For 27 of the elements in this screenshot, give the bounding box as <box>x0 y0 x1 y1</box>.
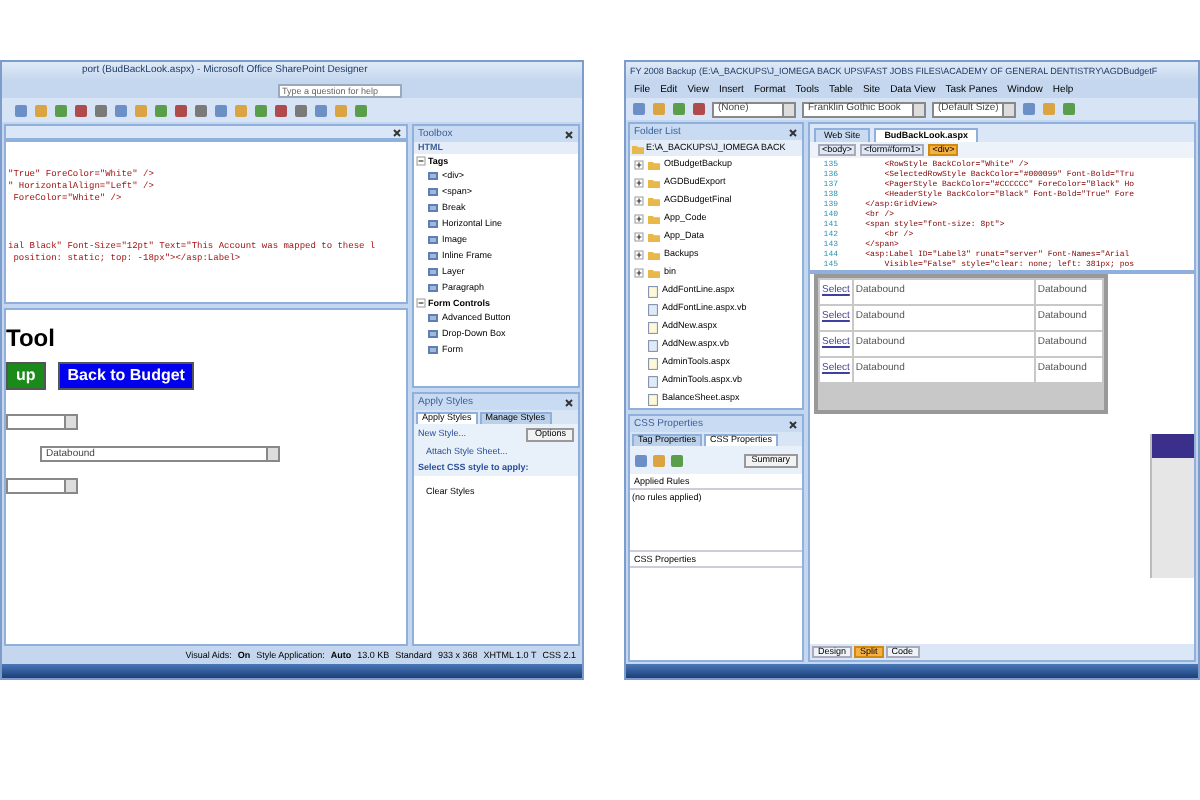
page-icon <box>648 321 658 333</box>
close-icon[interactable] <box>564 397 574 407</box>
code-file-icon <box>648 303 658 315</box>
collapse-icon[interactable] <box>416 298 426 308</box>
collapse-icon[interactable] <box>416 156 426 166</box>
page-heading: Tool <box>6 326 57 350</box>
expand-icon[interactable] <box>634 160 644 170</box>
page-button[interactable]: Back to Budget <box>57 362 195 390</box>
expand-icon[interactable] <box>634 268 644 278</box>
close-icon[interactable] <box>392 127 402 137</box>
page-icon <box>648 285 658 297</box>
expand-icon[interactable] <box>634 232 644 242</box>
close-icon[interactable] <box>788 419 798 429</box>
expand-icon[interactable] <box>634 178 644 188</box>
close-icon[interactable] <box>788 127 798 137</box>
dropdown[interactable] <box>6 478 78 494</box>
expand-icon[interactable] <box>634 250 644 260</box>
page-button[interactable]: up <box>6 362 46 390</box>
grid-drawing <box>1150 434 1194 578</box>
expand-icon[interactable] <box>634 196 644 206</box>
code-file-icon <box>648 375 658 387</box>
page-icon <box>648 357 658 369</box>
code-file-icon <box>648 339 658 351</box>
expand-icon[interactable] <box>634 214 644 224</box>
dropdown[interactable] <box>6 414 78 430</box>
page-icon <box>648 393 658 405</box>
close-icon[interactable] <box>564 129 574 139</box>
